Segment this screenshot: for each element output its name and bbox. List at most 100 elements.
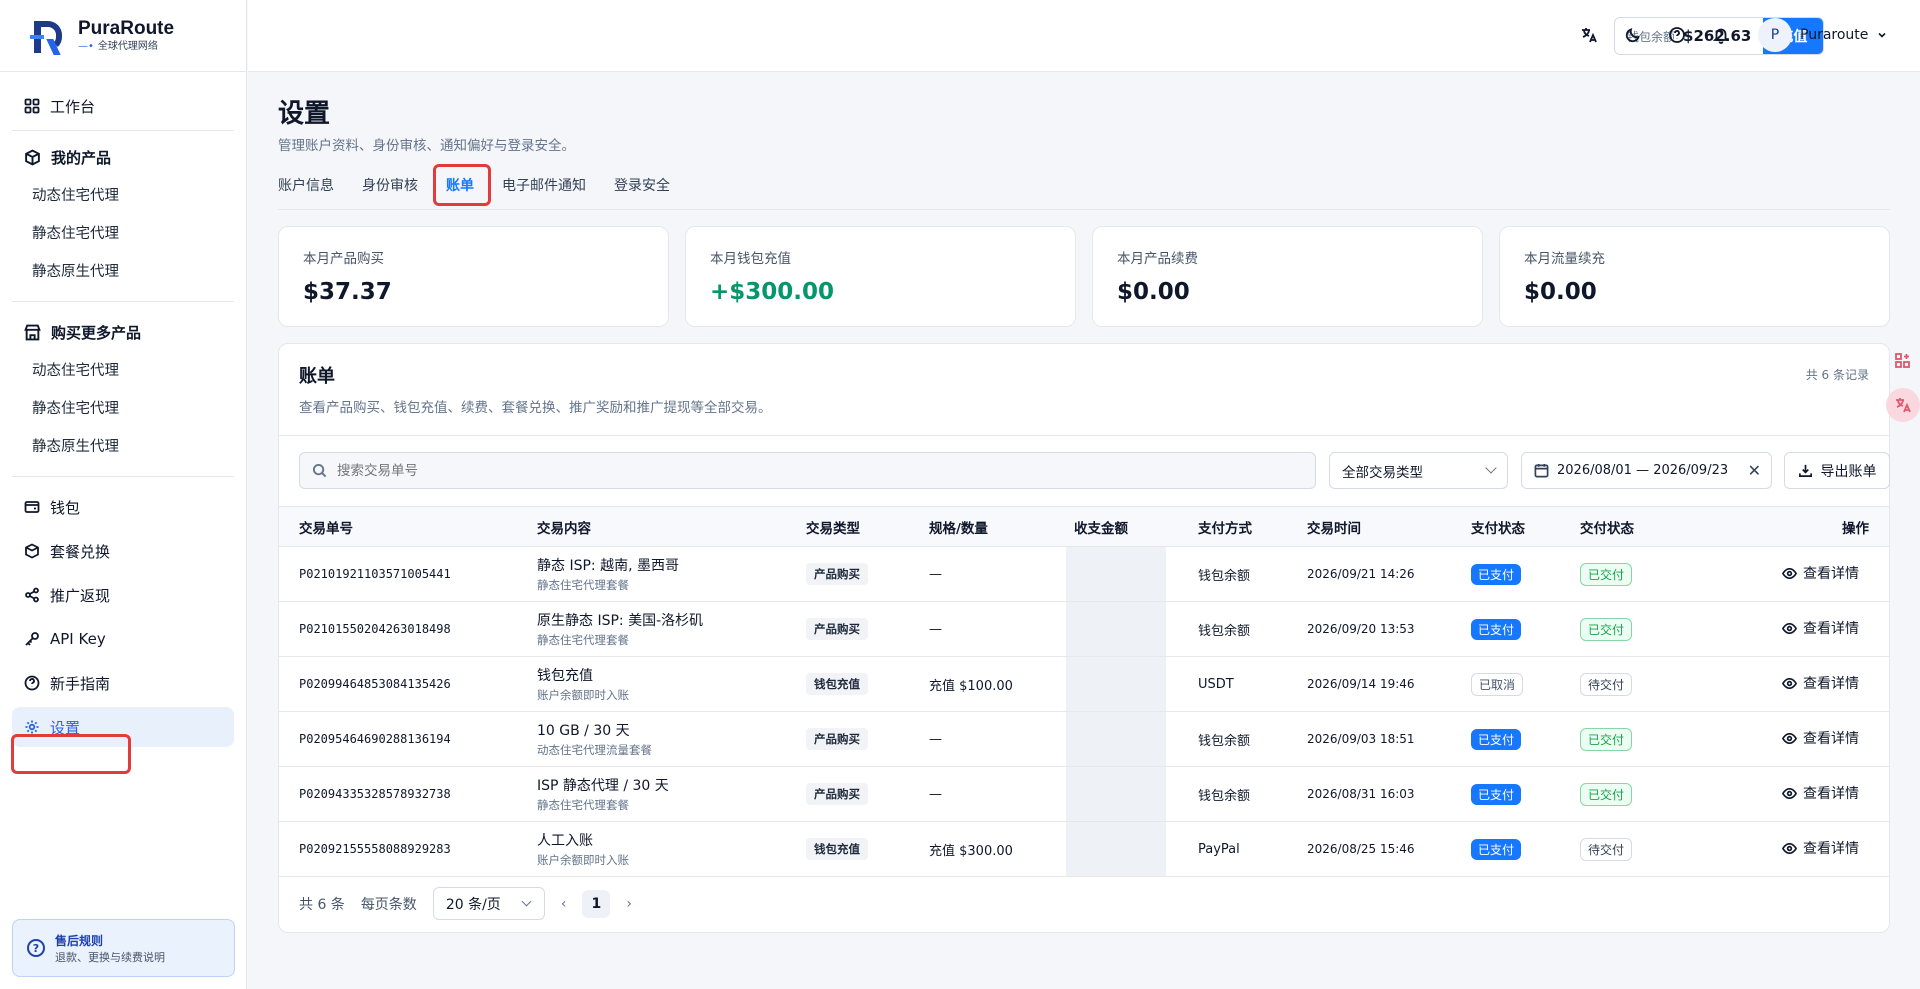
transaction-id: P02101921103571005441 — [299, 567, 451, 581]
help-icon[interactable] — [1666, 24, 1688, 46]
brand-tagline: 全球代理网络 — [97, 40, 158, 52]
translate-float-icon[interactable] — [1886, 388, 1920, 422]
next-page-icon[interactable]: › — [626, 896, 632, 912]
prev-page-icon[interactable]: ‹ — [561, 896, 567, 912]
chevron-down-icon — [521, 896, 532, 907]
spec: — — [929, 731, 942, 747]
status-badge: 已交付 — [1580, 727, 1633, 751]
sidebar-item-buy-static-residential[interactable]: 静态住宅代理 — [12, 390, 234, 428]
page-number[interactable]: 1 — [582, 889, 611, 918]
table-row: P02092155558088929283 人工入账 账户余额即时入账 钱包充值 … — [279, 822, 1889, 877]
user-name: Puraroute — [1800, 27, 1869, 43]
monthly-stats: 本月产品购买 $37.37 本月钱包充值 +$300.00 本月产品续费 $0.… — [278, 226, 1890, 327]
tab-email-notifications[interactable]: 电子邮件通知 — [502, 172, 586, 210]
sidebar-item-plan-exchange[interactable]: 套餐兑换 — [12, 531, 234, 571]
settings-tabs: 账户信息 身份审核 账单 电子邮件通知 登录安全 — [278, 164, 1890, 210]
sidebar-item-wallet[interactable]: 钱包 — [12, 487, 234, 527]
stat-value: $0.00 — [1117, 279, 1190, 305]
top-header: 钱包余额 $262.63 充值 P Puraroute — [248, 0, 1920, 72]
tab-account-info[interactable]: 账户信息 — [278, 172, 334, 210]
per-page-value: 20 条/页 — [445, 896, 501, 913]
sidebar-item-buy-dynamic-residential[interactable]: 动态住宅代理 — [12, 352, 234, 390]
view-details-button[interactable]: 查看详情 — [1782, 838, 1859, 858]
filter-bar: 全部交易类型 2026/08/01 — 2026/09/23 ✕ 导出账单 — [279, 436, 1890, 506]
transaction-id: P02092155558088929283 — [299, 842, 451, 856]
status-badge: 已支付 — [1471, 783, 1522, 805]
share-icon — [25, 587, 39, 603]
sidebar-group-label: 我的产品 — [51, 148, 112, 167]
content-title: ISP 静态代理 / 30 天 — [537, 778, 669, 794]
sidebar-item-referral[interactable]: 推广返现 — [12, 575, 234, 615]
sidebar-item-api-key[interactable]: API Key — [12, 619, 234, 659]
export-button[interactable]: 导出账单 — [1784, 452, 1890, 489]
col-pay-status: 支付状态 — [1471, 520, 1525, 537]
sidebar-item-dynamic-residential[interactable]: 动态住宅代理 — [12, 177, 234, 215]
translate-icon[interactable] — [1578, 24, 1600, 46]
eye-icon — [1782, 732, 1797, 744]
sidebar-item-buy-static-native[interactable]: 静态原生代理 — [12, 428, 234, 466]
stat-label: 本月流量续充 — [1524, 251, 1605, 267]
status-badge: 已交付 — [1580, 617, 1633, 641]
content-sub: 静态住宅代理套餐 — [537, 578, 629, 592]
cube-icon — [25, 543, 39, 559]
type-tag: 产品购买 — [806, 728, 868, 750]
content-sub: 静态住宅代理套餐 — [537, 633, 629, 647]
sidebar-item-static-residential[interactable]: 静态住宅代理 — [12, 215, 234, 253]
content-title: 静态 ISP: 越南, 墨西哥 — [537, 558, 679, 574]
bell-icon[interactable] — [1710, 24, 1732, 46]
sidebar-group-my-products[interactable]: 我的产品 — [12, 137, 234, 177]
eye-icon — [1782, 842, 1797, 854]
box-icon — [25, 149, 40, 165]
tab-login-security[interactable]: 登录安全 — [614, 172, 670, 210]
sidebar-item-label: API Key — [50, 630, 106, 648]
payment-method: 钱包余额 — [1198, 788, 1251, 804]
view-details-button[interactable]: 查看详情 — [1782, 618, 1859, 638]
spec: — — [929, 566, 942, 582]
per-page-select[interactable]: 20 条/页 — [432, 887, 545, 920]
view-details-button[interactable]: 查看详情 — [1782, 783, 1859, 803]
search-input[interactable] — [337, 462, 1237, 479]
sidebar-item-static-native[interactable]: 静态原生代理 — [12, 253, 234, 291]
user-menu[interactable]: P Puraroute — [1758, 18, 1888, 52]
view-details-button[interactable]: 查看详情 — [1782, 673, 1859, 693]
status-badge: 待交付 — [1580, 672, 1633, 696]
select-value: 全部交易类型 — [1342, 464, 1423, 481]
download-icon — [1798, 464, 1812, 477]
gear-icon — [25, 720, 39, 734]
sidebar-group-buy-more[interactable]: 购买更多产品 — [12, 312, 234, 352]
page-title: 设置 — [278, 99, 331, 129]
content-sub: 动态住宅代理流量套餐 — [537, 743, 652, 757]
sidebar-item-dashboard[interactable]: 工作台 — [12, 86, 234, 126]
content-title: 钱包充值 — [537, 668, 593, 684]
col-content: 交易内容 — [537, 520, 591, 537]
sidebar-item-guide[interactable]: 新手指南 — [12, 663, 234, 703]
chevron-down-icon — [1878, 32, 1886, 38]
transaction-type-select[interactable]: 全部交易类型 — [1329, 452, 1508, 489]
col-type: 交易类型 — [806, 520, 860, 537]
search-box[interactable] — [299, 452, 1316, 489]
stat-label: 本月产品续费 — [1117, 251, 1198, 267]
col-payment-method: 支付方式 — [1198, 520, 1252, 537]
logo[interactable]: PuraRoute —• 全球代理网络 — [0, 0, 246, 72]
view-details-button[interactable]: 查看详情 — [1782, 563, 1859, 583]
moon-icon[interactable] — [1622, 24, 1644, 46]
apps-add-icon[interactable] — [1886, 344, 1920, 378]
table-row: P02101550204263018498 原生静态 ISP: 美国-洛杉矶 静态… — [279, 602, 1889, 657]
status-badge: 已支付 — [1471, 618, 1522, 640]
table-row: P02101921103571005441 静态 ISP: 越南, 墨西哥 静态住… — [279, 547, 1889, 602]
table-row: P02095464690288136194 10 GB / 30 天动态住宅代理… — [279, 712, 1889, 767]
stat-value: $37.37 — [303, 279, 392, 305]
tab-billing[interactable]: 账单 — [446, 172, 474, 210]
date-range-picker[interactable]: 2026/08/01 — 2026/09/23 ✕ — [1521, 452, 1772, 489]
chevron-down-icon — [1485, 462, 1497, 474]
clear-icon[interactable]: ✕ — [1748, 461, 1761, 480]
status-badge: 已取消 — [1471, 672, 1524, 696]
type-tag: 钱包充值 — [806, 673, 868, 695]
per-page-label: 每页条数 — [360, 896, 417, 913]
view-details-button[interactable]: 查看详情 — [1782, 728, 1859, 748]
stat-label: 本月钱包充值 — [710, 251, 791, 267]
spec: — — [929, 786, 942, 802]
sidebar-item-settings[interactable]: 设置 — [12, 707, 234, 747]
tab-identity-review[interactable]: 身份审核 — [362, 172, 418, 210]
after-sales-card[interactable]: ? 售后规则 退款、更换与续费说明 — [12, 919, 235, 977]
